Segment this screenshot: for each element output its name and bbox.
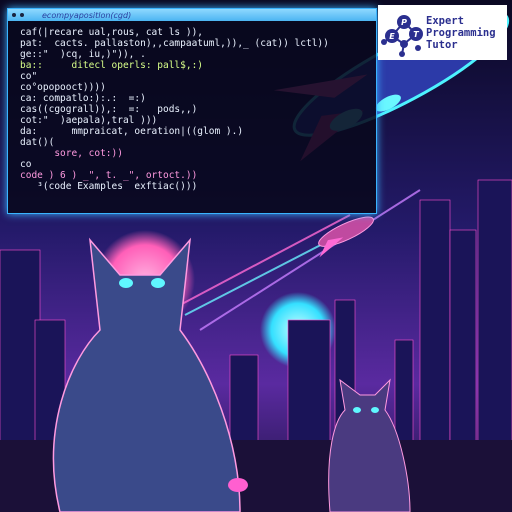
code-line: code ) 6 ) _", t. _", ortoct.)) xyxy=(20,170,198,181)
logo-letter-e: E xyxy=(389,32,395,41)
code-line: ba:: ditecl operls: pall$,:) xyxy=(20,60,204,71)
code-line: cot:" )aepala),tral ))) xyxy=(20,115,158,126)
code-text: caf(|recare ual,rous, cat ls )), pat: cac… xyxy=(8,21,376,192)
logo-text: Expert Programming Tutor xyxy=(426,15,496,51)
logo-letter-t: T xyxy=(413,30,419,39)
window-dot-icon[interactable] xyxy=(12,13,16,17)
window-title: ecompyapositlon(cgd) xyxy=(42,10,132,20)
code-line: ca: compatlo:):.: =:) xyxy=(20,93,146,104)
window-dot-icon[interactable] xyxy=(20,13,24,17)
code-line: ge::" )cq, iu,)")), . xyxy=(20,49,146,60)
code-line: da: mmpraicat, oeration|((glom ).) xyxy=(20,126,244,137)
ept-logo-mark: E P T xyxy=(381,14,423,57)
logo-letter-p: P xyxy=(401,18,407,27)
code-line: ³(code Examples exftiac())) xyxy=(20,181,198,192)
code-line: co" xyxy=(20,71,38,82)
code-line: dat()( xyxy=(20,137,55,148)
code-line: co xyxy=(20,159,32,170)
code-line: sore, cot:)) xyxy=(20,148,123,159)
window-title-bar: ecompyapositlon(cgd) xyxy=(8,9,376,21)
code-line: pat: cacts. pallaston),,campaatuml,)),_ … xyxy=(20,38,329,49)
code-line: caf(|recare ual,rous, cat ls )), xyxy=(20,27,204,38)
ept-logo: E P T Expert Programming Tutor xyxy=(378,5,507,60)
pink-orb xyxy=(228,478,248,492)
code-window: ecompyapositlon(cgd) caf(|recare ual,rou… xyxy=(7,8,377,214)
logo-line: Programming xyxy=(426,26,496,39)
code-line: co°opopooct)))) xyxy=(20,82,106,93)
logo-line: Tutor xyxy=(426,38,458,51)
logo-line: Expert xyxy=(426,14,464,27)
code-line: cas((cgograll)),: =: pods,,) xyxy=(20,104,198,115)
